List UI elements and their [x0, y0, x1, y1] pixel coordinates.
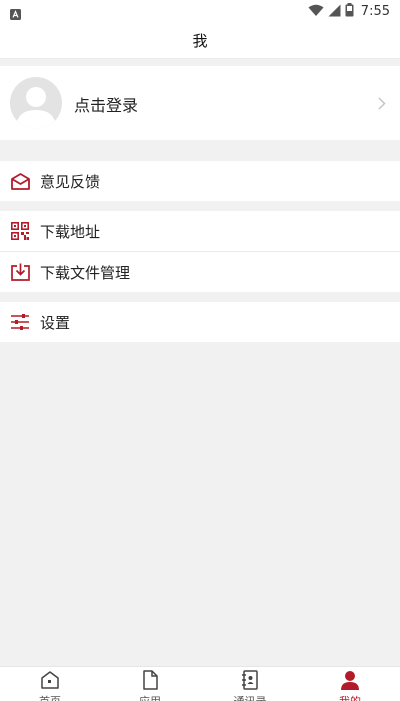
- page-title: 我: [192, 31, 208, 50]
- page-header: 我: [0, 22, 400, 59]
- menu-item-feedback[interactable]: 意见反馈: [0, 161, 400, 201]
- tab-mine[interactable]: 我的: [300, 667, 400, 701]
- signal-icon: [328, 2, 341, 21]
- avatar[interactable]: [10, 77, 62, 129]
- status-time: 7:55: [360, 4, 390, 19]
- contacts-icon: [240, 670, 260, 690]
- tab-contacts[interactable]: 通讯录: [200, 667, 300, 701]
- qr-code-icon: [10, 221, 30, 241]
- login-card[interactable]: 点击登录: [0, 66, 400, 140]
- menu-item-label: 下载地址: [40, 222, 101, 241]
- bottom-tab-bar: 首页 应用 通讯录 我的: [0, 666, 400, 701]
- settings-sliders-icon: [10, 312, 30, 332]
- battery-icon: [345, 2, 354, 21]
- menu-item-download-manager[interactable]: 下载文件管理: [0, 252, 400, 292]
- menu-item-settings[interactable]: 设置: [0, 302, 400, 342]
- login-label[interactable]: 点击登录: [74, 92, 138, 116]
- tab-home[interactable]: 首页: [0, 667, 100, 701]
- download-icon: [10, 262, 30, 282]
- menu-item-label: 意见反馈: [40, 172, 101, 191]
- default-avatar-icon: [16, 87, 56, 129]
- mail-icon: [10, 171, 30, 191]
- wifi-icon: [308, 2, 324, 21]
- home-icon: [40, 670, 60, 690]
- tab-apps[interactable]: 应用: [100, 667, 200, 701]
- document-icon: [140, 670, 160, 690]
- chevron-right-icon: [378, 95, 386, 114]
- status-bar: 7:55: [0, 0, 400, 22]
- menu-item-label: 下载文件管理: [40, 263, 131, 282]
- menu-item-download-address[interactable]: 下载地址: [0, 211, 400, 251]
- menu-item-label: 设置: [40, 313, 71, 332]
- user-icon: [340, 670, 360, 690]
